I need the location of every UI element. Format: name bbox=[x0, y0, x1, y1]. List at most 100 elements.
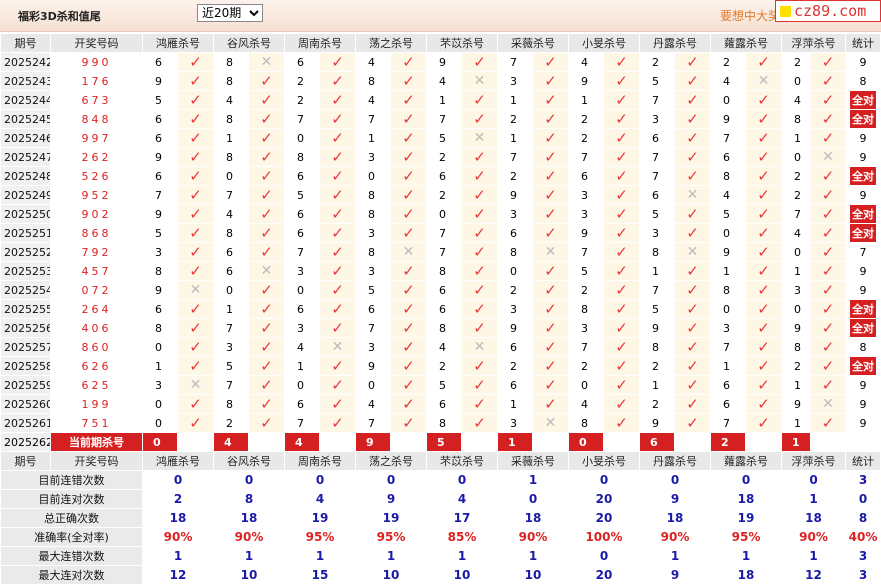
check-icon: ✓ bbox=[402, 414, 415, 432]
kill-number: 6 bbox=[284, 52, 320, 72]
site-logo[interactable]: cz89.com bbox=[775, 0, 881, 22]
stats-value: 18 bbox=[142, 508, 214, 528]
hit-check-icon: ✓ bbox=[603, 128, 640, 148]
check-icon: ✓ bbox=[821, 224, 835, 242]
stats-value: 18 bbox=[497, 508, 569, 528]
hit-check-icon: ✓ bbox=[532, 394, 569, 414]
hit-check-icon: ✓ bbox=[745, 242, 782, 262]
hit-check-icon: ✓ bbox=[177, 356, 214, 376]
check-icon: ✓ bbox=[757, 186, 770, 204]
kill-number: 7 bbox=[426, 223, 462, 243]
kill-number: 1 bbox=[710, 261, 746, 281]
table-row: 2025250 902 9 ✓ 4 ✓ 6 ✓ 8 ✓ 0 ✓ 3 ✓ 3 ✓ 5 ✓ 5 ✓ 7 ✓ 全对 bbox=[0, 204, 881, 224]
check-icon: ✓ bbox=[821, 91, 835, 109]
check-icon: ✓ bbox=[615, 395, 628, 413]
stats-value: 1 bbox=[497, 470, 569, 490]
kill-number: 6 bbox=[568, 166, 604, 186]
kill-number: 3 bbox=[142, 375, 178, 395]
stats-value: 1 bbox=[426, 546, 498, 566]
kill-number: 7 bbox=[639, 147, 675, 167]
check-icon: ✓ bbox=[821, 262, 835, 280]
stats-value: 20 bbox=[568, 565, 640, 585]
hit-check-icon: ✓ bbox=[532, 109, 569, 129]
cross-icon: ✕ bbox=[686, 187, 699, 203]
issue-number: 2025252 bbox=[0, 242, 51, 262]
stats-value: 0 bbox=[355, 470, 427, 490]
check-icon: ✓ bbox=[544, 72, 557, 90]
kill-number: 0 bbox=[781, 242, 811, 262]
hit-check-icon: ✓ bbox=[319, 147, 356, 167]
hit-check-icon: ✓ bbox=[603, 185, 640, 205]
check-icon: ✓ bbox=[189, 243, 202, 261]
hit-check-icon: ✓ bbox=[177, 109, 214, 129]
hit-check-icon: ✓ bbox=[319, 52, 356, 72]
kill-number: 8 bbox=[710, 280, 746, 300]
hit-check-icon: ✓ bbox=[674, 337, 711, 357]
hit-check-icon: ✓ bbox=[674, 90, 711, 110]
kill-number: 9 bbox=[639, 413, 675, 433]
kill-number: 8 bbox=[781, 337, 811, 357]
hit-check-icon: ✓ bbox=[319, 318, 356, 338]
period-select[interactable]: 近20期 bbox=[197, 4, 263, 22]
current-issue-row: 2025262 当前期杀号 0 4 4 9 5 1 0 6 2 1 bbox=[0, 432, 881, 452]
kill-number: 6 bbox=[284, 223, 320, 243]
kill-number: 3 bbox=[284, 318, 320, 338]
kill-number: 0 bbox=[710, 223, 746, 243]
stats-label: 最大连错次数 bbox=[0, 546, 143, 566]
hit-check-icon: ✓ bbox=[674, 147, 711, 167]
hit-check-icon: ✓ bbox=[603, 261, 640, 281]
all-correct-badge: 全对 bbox=[850, 319, 876, 337]
check-icon: ✓ bbox=[402, 129, 415, 147]
kill-number: 2 bbox=[639, 52, 675, 72]
check-icon: ✓ bbox=[260, 281, 273, 299]
check-icon: ✓ bbox=[473, 357, 486, 375]
hit-check-icon: ✓ bbox=[810, 52, 846, 72]
check-icon: ✓ bbox=[473, 167, 486, 185]
kill-number: 4 bbox=[568, 394, 604, 414]
hit-check-icon: ✓ bbox=[810, 90, 846, 110]
check-icon: ✓ bbox=[686, 148, 699, 166]
kill-number: 6 bbox=[142, 52, 178, 72]
check-icon: ✓ bbox=[331, 72, 344, 90]
kill-number: 0 bbox=[142, 413, 178, 433]
stats-row: 目前连对次数 2 8 4 9 4 0 20 9 18 1 0 bbox=[0, 489, 881, 509]
draw-number: 751 bbox=[50, 413, 143, 433]
draw-number: 673 bbox=[50, 90, 143, 110]
hit-check-icon: ✓ bbox=[248, 356, 285, 376]
kill-number: 4 bbox=[426, 337, 462, 357]
hit-check-icon: ✓ bbox=[810, 166, 846, 186]
hit-check-icon: ✓ bbox=[674, 52, 711, 72]
column-header: 期号 bbox=[0, 451, 51, 471]
hit-check-icon: ✓ bbox=[745, 147, 782, 167]
cross-icon: ✕ bbox=[260, 54, 273, 70]
hit-check-icon: ✓ bbox=[603, 299, 640, 319]
column-header: 期号 bbox=[0, 33, 51, 53]
check-icon: ✓ bbox=[473, 262, 486, 280]
kill-number: 1 bbox=[497, 394, 533, 414]
issue-number: 2025251 bbox=[0, 223, 51, 243]
check-icon: ✓ bbox=[757, 300, 770, 318]
current-kill-spacer bbox=[461, 432, 498, 452]
column-header: 芣苡杀号 bbox=[426, 33, 498, 53]
kill-number: 7 bbox=[284, 242, 320, 262]
check-icon: ✓ bbox=[473, 224, 486, 242]
hit-check-icon: ✓ bbox=[532, 166, 569, 186]
check-icon: ✓ bbox=[402, 395, 415, 413]
row-total: 全对 bbox=[845, 166, 881, 186]
check-icon: ✓ bbox=[686, 91, 699, 109]
hit-check-icon: ✓ bbox=[603, 90, 640, 110]
check-icon: ✓ bbox=[821, 167, 835, 185]
hit-check-icon: ✓ bbox=[390, 261, 427, 281]
kill-number: 8 bbox=[639, 337, 675, 357]
row-total: 8 bbox=[845, 71, 881, 91]
draw-number: 526 bbox=[50, 166, 143, 186]
kill-number: 0 bbox=[355, 166, 391, 186]
cross-icon: ✕ bbox=[822, 396, 834, 412]
check-icon: ✓ bbox=[473, 243, 486, 261]
check-icon: ✓ bbox=[473, 376, 486, 394]
kill-number: 8 bbox=[142, 261, 178, 281]
all-correct-badge: 全对 bbox=[850, 110, 876, 128]
hit-check-icon: ✓ bbox=[603, 71, 640, 91]
current-kill-label: 当前期杀号 bbox=[50, 432, 143, 452]
check-icon: ✓ bbox=[757, 319, 770, 337]
